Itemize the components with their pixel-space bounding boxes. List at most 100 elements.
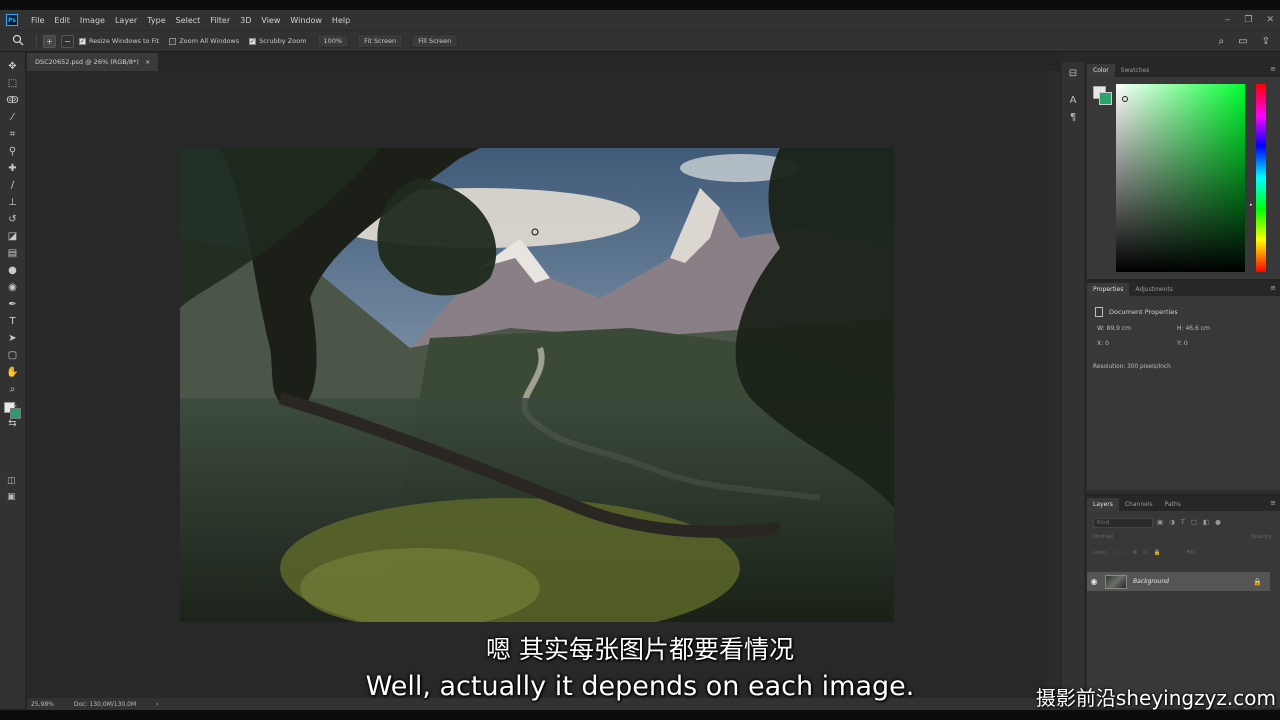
type-tool-icon[interactable]: T [5,313,21,330]
menu-edit[interactable]: Edit [49,16,75,25]
fill-screen-button[interactable]: Fill Screen [411,34,459,48]
restore-icon[interactable]: ❐ [1244,15,1252,25]
pen-tool-icon[interactable]: ✒ [5,296,21,313]
menu-bar: Ps File Edit Image Layer Type Select Fil… [0,10,1280,30]
workspace-icon[interactable]: ▭ [1238,36,1247,47]
zoom-tool-icon[interactable] [12,34,24,49]
hue-slider-marker-icon[interactable]: ▸ [1250,202,1253,208]
right-panels: Color Swatches ≡ ▸ Properties Adjustment… [1087,62,1280,708]
tab-channels[interactable]: Channels [1119,498,1159,511]
tab-swatches[interactable]: Swatches [1115,64,1156,77]
tab-adjustments[interactable]: Adjustments [1129,283,1179,296]
fit-screen-button[interactable]: Fit Screen [357,34,404,48]
layers-panel-tabs: Layers Channels Paths ≡ [1087,496,1280,511]
panel-menu-icon[interactable]: ≡ [1270,65,1276,73]
eraser-tool-icon[interactable]: ◪ [5,228,21,245]
document-tab[interactable]: DSC20652.psd @ 26% (RGB/8*) × [27,53,159,71]
marquee-tool-icon[interactable]: ⬚ [5,75,21,92]
layer-row-background[interactable]: ◉ Background 🔒 [1087,572,1270,591]
search-icon[interactable]: ⌕ [1219,36,1225,47]
menu-type[interactable]: Type [142,16,170,25]
lock-position-icon[interactable]: ✥ [1132,550,1137,556]
color-picker-marker[interactable] [1122,96,1128,102]
tab-paths[interactable]: Paths [1159,498,1187,511]
stamp-tool-icon[interactable]: ⊥ [5,194,21,211]
character-panel-icon[interactable]: A [1070,95,1077,106]
gradient-tool-icon[interactable]: ▤ [5,245,21,262]
zoom-all-windows-checkbox[interactable]: Zoom All Windows [169,37,239,45]
type-filter-icon[interactable]: T [1181,518,1185,526]
width-field[interactable]: W: 89,9 cm [1097,325,1177,332]
color-background-swatch[interactable] [1099,92,1112,105]
lock-all-icon[interactable]: 🔒 [1154,550,1161,556]
healing-brush-tool-icon[interactable]: ✚ [5,160,21,177]
menu-image[interactable]: Image [75,16,110,25]
resize-windows-checkbox[interactable]: ✓ Resize Windows to Fit [79,37,159,45]
lock-paint-icon[interactable]: ∕ [1125,550,1127,556]
dodge-tool-icon[interactable]: ◉ [5,279,21,296]
document-image[interactable] [180,148,894,622]
zoom-in-button[interactable]: + [43,34,56,48]
quick-mask-icon[interactable]: ◫ [7,476,16,486]
pixel-filter-icon[interactable]: ▣ [1157,518,1163,526]
blend-mode-select[interactable]: Normal [1093,534,1113,540]
shape-filter-icon[interactable]: ▢ [1191,518,1197,526]
blur-tool-icon[interactable]: ● [5,262,21,279]
screen-mode-icon[interactable]: ▣ [7,492,16,502]
eyedropper-tool-icon[interactable]: ⚲ [5,143,21,160]
path-select-tool-icon[interactable]: ➤ [5,330,21,347]
zoom-out-button[interactable]: − [61,34,74,48]
menu-layer[interactable]: Layer [110,16,142,25]
layer-filter-input[interactable]: Kind [1093,518,1153,528]
quick-select-tool-icon[interactable]: ⁄ [5,109,21,126]
site-watermark: 摄影前沿sheyingzyz.com [1035,686,1276,710]
smart-filter-icon[interactable]: ◧ [1203,518,1209,526]
fill-label[interactable]: Fill: [1187,550,1196,556]
color-field[interactable] [1116,84,1245,272]
crop-tool-icon[interactable]: ⌗ [5,126,21,143]
lock-pixels-icon[interactable]: ⬚ [1113,550,1118,556]
minimize-icon[interactable]: ‒ [1225,15,1231,25]
menu-window[interactable]: Window [285,16,327,25]
background-color-swatch[interactable] [10,408,21,419]
menu-view[interactable]: View [256,16,285,25]
visibility-eye-icon[interactable]: ◉ [1087,577,1101,586]
y-field[interactable]: Y: 0 [1177,340,1257,347]
close-icon[interactable]: × [145,58,150,66]
menu-file[interactable]: File [26,16,49,25]
menu-filter[interactable]: Filter [205,16,235,25]
lasso-tool-icon[interactable]: ↂ [5,92,21,109]
paragraph-panel-icon[interactable]: ¶ [1070,112,1076,123]
brush-tool-icon[interactable]: ∕ [5,177,21,194]
close-icon[interactable]: ✕ [1266,15,1274,25]
history-brush-tool-icon[interactable]: ↺ [5,211,21,228]
share-icon[interactable]: ⇪ [1262,36,1270,47]
hand-tool-icon[interactable]: ✋ [5,364,21,381]
menu-select[interactable]: Select [171,16,206,25]
scrubby-zoom-checkbox[interactable]: ✓ Scrubby Zoom [249,37,307,45]
opacity-label[interactable]: Opacity: [1250,534,1273,540]
tab-properties[interactable]: Properties [1087,283,1130,296]
filter-toggle-icon[interactable]: ● [1215,518,1221,526]
panel-menu-icon[interactable]: ≡ [1270,499,1276,507]
landscape-photo [180,148,894,622]
height-field[interactable]: H: 46,6 cm [1177,325,1257,332]
panel-menu-icon[interactable]: ≡ [1270,284,1276,292]
adjustment-filter-icon[interactable]: ◑ [1169,518,1175,526]
collapsed-panel-strip: ⊟ A ¶ [1062,62,1084,708]
lock-artboard-icon[interactable]: ⊡ [1143,550,1148,556]
options-bar: + − ✓ Resize Windows to Fit Zoom All Wind… [0,30,1280,52]
x-field[interactable]: X: 0 [1097,340,1177,347]
zoom-tool-icon[interactable]: ⌕ [5,381,21,398]
zoom-100-button[interactable]: 100% [316,34,350,48]
vertical-scrollbar[interactable] [1047,71,1060,698]
toolbox: ✥ ⬚ ↂ ⁄ ⌗ ⚲ ✚ ∕ ⊥ ↺ ◪ ▤ ● ◉ ✒ T ➤ ▢ ✋ ⌕ … [0,52,26,708]
tab-layers[interactable]: Layers [1087,498,1119,511]
menu-help[interactable]: Help [327,16,355,25]
hue-slider[interactable] [1256,84,1266,272]
tab-color[interactable]: Color [1087,64,1115,77]
move-tool-icon[interactable]: ✥ [5,58,21,75]
menu-3d[interactable]: 3D [235,16,256,25]
shape-tool-icon[interactable]: ▢ [5,347,21,364]
history-panel-icon[interactable]: ⊟ [1069,68,1077,79]
